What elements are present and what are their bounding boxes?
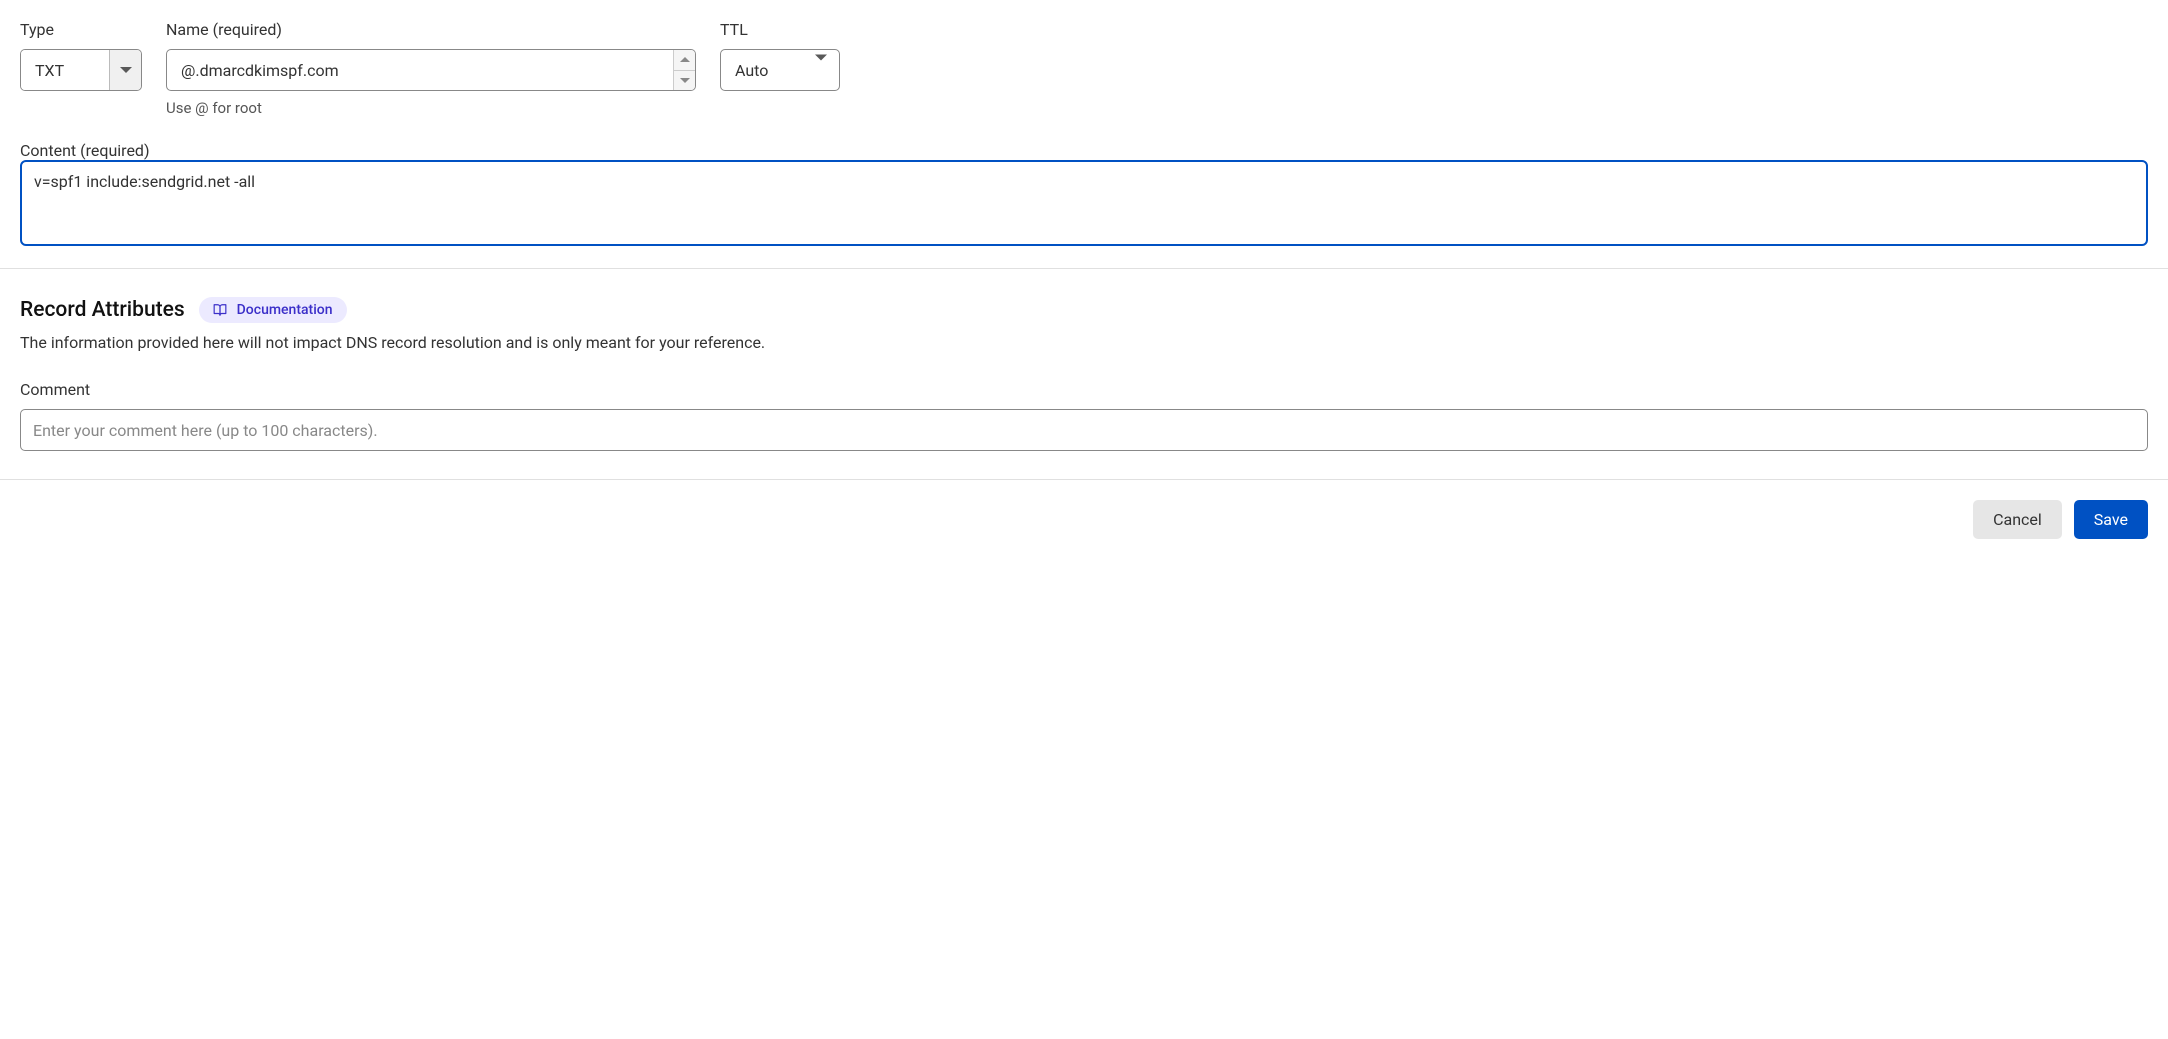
name-spinbox xyxy=(673,50,695,90)
content-textarea[interactable] xyxy=(20,160,2148,246)
divider xyxy=(0,268,2168,269)
content-field-group: Content (required) xyxy=(20,141,2148,250)
type-select[interactable]: TXT xyxy=(20,49,142,91)
type-field-group: Type TXT xyxy=(20,20,142,91)
ttl-label: TTL xyxy=(720,20,840,39)
cancel-button[interactable]: Cancel xyxy=(1973,500,2062,539)
documentation-link[interactable]: Documentation xyxy=(199,297,347,323)
chevron-down-icon xyxy=(109,50,141,90)
type-select-value: TXT xyxy=(21,50,109,90)
name-hint: Use @ for root xyxy=(166,99,696,117)
name-label: Name (required) xyxy=(166,20,696,39)
record-attributes-header: Record Attributes Documentation xyxy=(20,297,2148,323)
chevron-down-icon xyxy=(815,61,827,80)
documentation-label: Documentation xyxy=(237,302,333,318)
record-attributes-description: The information provided here will not i… xyxy=(20,333,2148,352)
comment-label: Comment xyxy=(20,380,2148,399)
spin-down-button[interactable] xyxy=(674,71,695,91)
name-field-group: Name (required) Use @ for root xyxy=(166,20,696,117)
comment-input[interactable] xyxy=(20,409,2148,451)
divider xyxy=(0,479,2168,480)
type-label: Type xyxy=(20,20,142,39)
save-button[interactable]: Save xyxy=(2074,500,2148,539)
ttl-field-group: TTL Auto xyxy=(720,20,840,91)
content-label: Content (required) xyxy=(20,141,150,160)
spin-up-button[interactable] xyxy=(674,50,695,71)
ttl-select[interactable]: Auto xyxy=(720,49,840,91)
name-input[interactable] xyxy=(166,49,696,91)
book-icon xyxy=(213,303,227,317)
record-attributes-title: Record Attributes xyxy=(20,298,185,322)
footer-actions: Cancel Save xyxy=(20,500,2148,539)
chevron-up-icon xyxy=(680,57,690,62)
chevron-down-icon xyxy=(680,78,690,83)
comment-field-group: Comment xyxy=(20,380,2148,451)
ttl-select-value: Auto xyxy=(735,61,768,80)
